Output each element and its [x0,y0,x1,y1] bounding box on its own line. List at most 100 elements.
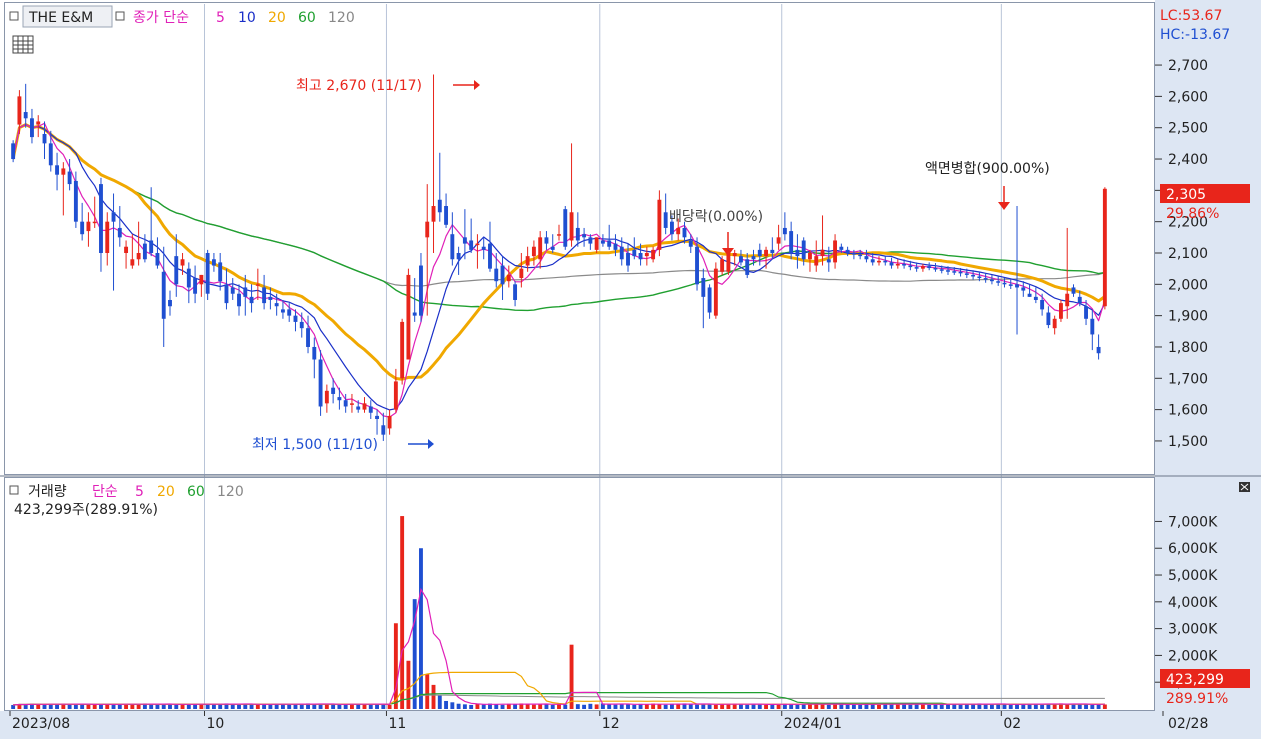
candle-body [902,263,907,266]
candle-body [393,381,398,410]
candle-body [92,221,97,224]
candle-body [318,359,323,407]
volume-bar [500,704,505,709]
candle-body [739,256,743,263]
candle-body [462,237,467,244]
candle-body [180,259,185,266]
volume-bar [1090,704,1095,709]
date-tick-label: 02/28 [1168,716,1208,732]
volume-bar [902,704,907,709]
volume-bar [237,704,241,709]
chart-canvas[interactable]: 2,7002,6002,5002,4002,3002,2002,1002,000… [0,0,1261,739]
volume-bar [607,704,612,709]
candle-body [801,240,806,260]
candle-body [111,212,116,222]
candle-body [11,143,16,160]
price-tick-label: 2,700 [1168,58,1208,74]
candle-body [1033,296,1038,300]
ma-label: 종가 단순 [133,10,189,26]
candle-body [350,403,354,405]
candle-body [1027,293,1032,297]
candle-body [1052,318,1057,329]
candle-body [48,143,53,166]
volume-bar [870,704,875,709]
candle-body [262,287,267,304]
table-grid-icon[interactable] [12,35,34,54]
volume-bar [695,704,699,709]
current-price-value: 2,305 [1166,187,1206,203]
volume-bar [707,704,712,709]
candle-body [243,287,248,297]
candle-body [707,287,712,313]
candle-body [782,227,787,235]
candle-body [845,249,850,253]
volume-tick-label: 2,000K [1168,648,1218,664]
candle-body [142,243,147,260]
candle-body [475,243,480,246]
candle-body [23,112,28,119]
volume-tick-label: 6,000K [1168,541,1218,557]
candle-body [224,284,229,304]
volume-bar [1002,704,1007,709]
volume-bar [450,702,455,709]
price-legend: THE E&M 종가 단순 5 10 20 60 120 [9,5,355,28]
volume-bar [626,704,630,709]
price-tick-label: 2,400 [1168,152,1208,168]
volume-bar [971,704,976,709]
volume-bar [280,704,285,709]
vma60-label: 60 [187,484,205,500]
ma120-label: 120 [328,10,355,26]
candle-body [205,253,210,294]
hc-value: HC:-13.67 [1160,27,1230,43]
candle-body [883,260,888,263]
volume-tick-label: 5,000K [1168,568,1218,584]
candle-body [362,403,367,410]
volume-bar [644,704,649,709]
volume-bar [1071,704,1076,709]
symbol-name: THE E&M [28,10,93,26]
volume-bar [1102,704,1107,709]
candle-body [186,268,191,288]
volume-panel-close-icon[interactable] [1239,482,1250,492]
candle-body [726,253,731,272]
candle-body [644,253,649,257]
candle-body [1071,287,1076,294]
candle-body [249,296,254,304]
volume-bar [381,704,386,709]
volume-bar [513,704,518,709]
candle-body [1046,312,1051,326]
volume-bar [594,704,599,709]
candle-body [914,267,919,269]
candle-body [971,274,976,277]
candle-body [983,278,988,280]
price-tick-label: 1,800 [1168,340,1208,356]
candle-body [820,249,825,257]
candle-body [676,227,681,235]
candle-body [814,256,819,266]
candle-body [155,253,160,266]
volume-summary: 423,299주(289.91%) [14,502,158,518]
candle-body [588,237,593,244]
volume-bar [393,623,398,709]
volume-bar [582,704,587,709]
candle-body [908,265,913,268]
date-tick-label: 02 [1003,716,1021,732]
candle-body [607,240,612,247]
volume-bar [437,695,442,709]
volume-bar [726,704,731,709]
candle-body [161,271,166,319]
current-volume-change: 289.91% [1166,691,1228,707]
volume-bar [387,704,392,709]
volume-bar [469,704,474,709]
candle-body [513,284,518,300]
volume-bar [908,704,913,709]
split-label: 액면병합(900.00%) [925,161,1050,177]
price-tick-label: 2,600 [1168,89,1208,105]
volume-bar [531,704,536,709]
volume-bar [42,704,47,709]
candle-body [425,221,430,238]
volume-bar [475,703,480,709]
volume-bar [419,548,423,709]
volume-tick-label: 7,000K [1168,514,1218,530]
volume-bar [199,704,204,709]
